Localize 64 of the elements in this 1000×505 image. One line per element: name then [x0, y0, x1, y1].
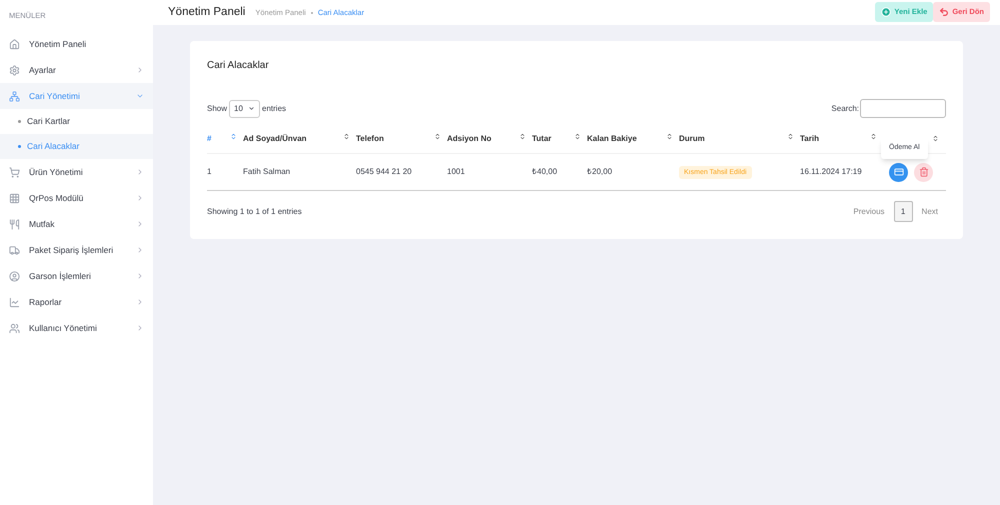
sidebar-item[interactable]: Ayarlar [0, 57, 153, 84]
menu-icon [9, 296, 20, 308]
column-header[interactable]: Telefon [356, 132, 384, 144]
page-title: Yönetim Paneli [168, 4, 246, 20]
menu-icon [9, 218, 20, 230]
table-cell: 1001 [447, 167, 465, 176]
search-field[interactable] [860, 99, 946, 118]
plus-icon [881, 6, 892, 16]
next-link[interactable]: Next [922, 206, 938, 218]
menu-icon [9, 90, 20, 102]
table-cell: 0545 944 21 20 [356, 167, 412, 176]
column-header[interactable]: Adsiyon No [447, 132, 492, 144]
sidebar-item[interactable]: Kullanıcı Yönetimi [0, 315, 153, 342]
sort-icon[interactable] [343, 132, 350, 140]
trash-icon [918, 167, 928, 177]
sidebar-item[interactable]: Mutfak [0, 211, 153, 238]
sort-icon[interactable] [666, 132, 673, 140]
undo-icon [939, 6, 950, 16]
column-header[interactable]: Tutar [532, 132, 552, 144]
sidebar-item[interactable]: QrPos Modülü [0, 185, 153, 212]
sort-icon[interactable] [870, 132, 877, 140]
column-header[interactable]: Tarih [800, 132, 819, 144]
submenu-item[interactable]: Cari Kartlar [0, 109, 153, 134]
sidebar-item[interactable]: Raporlar [0, 289, 153, 316]
sort-icon[interactable] [519, 132, 526, 140]
menu-icon [9, 322, 20, 334]
column-header[interactable]: Durum [679, 132, 705, 144]
bullet-icon [18, 145, 21, 148]
sidebar-item[interactable]: Ürün Yönetimi [0, 159, 153, 186]
sort-icon[interactable] [787, 132, 794, 140]
card-icon [894, 167, 904, 177]
sort-icon[interactable] [574, 132, 581, 140]
menu-icon [9, 270, 20, 282]
sidebar-item[interactable]: Paket Sipariş İşlemleri [0, 237, 153, 264]
page-size-select[interactable]: 10 [229, 100, 260, 118]
table-cell: Fatih Salman [243, 167, 290, 176]
table-cell: ₺20,00 [587, 167, 612, 176]
menu-icon [9, 192, 20, 204]
bullet-icon [18, 120, 21, 124]
menu-icon [9, 64, 20, 76]
sort-icon[interactable] [434, 132, 441, 140]
entries-label: entries [262, 102, 286, 114]
table-info: Showing 1 to 1 of 1 entries [207, 206, 302, 218]
sidebar-item[interactable]: Garson İşlemleri [0, 263, 153, 290]
sort-icon[interactable] [932, 135, 939, 142]
menu-icon [9, 38, 20, 50]
menu-icon [9, 244, 20, 256]
menu-icon [9, 166, 20, 178]
table-cell: ₺40,00 [532, 167, 558, 176]
previous-link[interactable]: Previous [853, 206, 885, 218]
table-cell: 16.11.2024 17:19 [800, 167, 862, 176]
show-label: Show [207, 102, 228, 114]
payment-button[interactable] [889, 162, 908, 182]
sidebar-item[interactable]: Yönetim Paneli [0, 31, 153, 58]
card-title: Cari Alacaklar [207, 59, 270, 73]
delete-button[interactable] [914, 162, 933, 182]
search-label: Search: [831, 102, 859, 114]
page-button[interactable]: 1 [894, 201, 913, 222]
sort-icon[interactable] [230, 132, 237, 140]
column-header[interactable]: Kalan Bakiye [587, 132, 637, 144]
column-header[interactable]: Ad Soyad/Ünvan [243, 132, 307, 144]
separator-icon [310, 12, 313, 14]
chevron-down-icon [248, 105, 256, 112]
table-cell: 1 [207, 167, 212, 176]
